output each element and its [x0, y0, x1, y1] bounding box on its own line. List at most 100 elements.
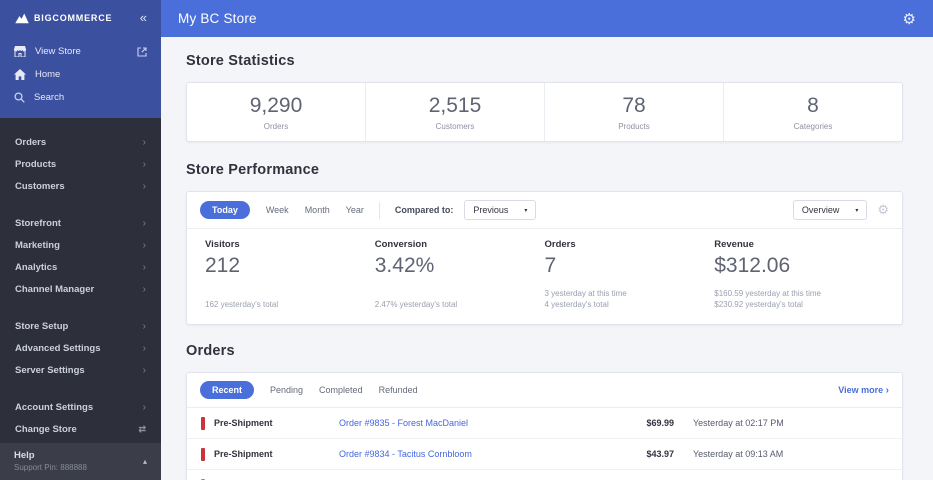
view-more-link[interactable]: View more › — [838, 385, 889, 396]
logo-row: BIGCOMMERCE « — [0, 0, 161, 40]
metric-revenue: Revenue $312.06 $160.59 yesterday at thi… — [714, 239, 884, 311]
sidebar-item-store-setup[interactable]: Store Setup › — [0, 315, 161, 337]
help-text: Help Support Pin: 888888 — [14, 450, 87, 472]
tab-pending[interactable]: Pending — [270, 385, 303, 395]
stat-customers: 2,515 Customers — [366, 83, 545, 141]
chevron-right-icon: › — [142, 180, 146, 192]
orders-heading: Orders — [186, 343, 235, 359]
store-performance-card: Today Week Month Year Compared to: Previ… — [186, 191, 903, 325]
order-link[interactable]: Order #9834 - Tacitus Cornbloom — [339, 449, 582, 459]
store-title: My BC Store — [178, 11, 257, 26]
chevron-right-icon: › — [142, 320, 146, 332]
external-link-icon — [137, 46, 147, 57]
sidebar-item-analytics[interactable]: Analytics › — [0, 256, 161, 278]
overview-select[interactable]: Overview ▾ — [792, 200, 868, 220]
chevron-right-icon: › — [142, 136, 146, 148]
sidebar-item-label: Channel Manager — [15, 283, 95, 295]
sidebar-item-label: Home — [35, 69, 61, 80]
performance-toolbar: Today Week Month Year Compared to: Previ… — [187, 192, 902, 229]
tab-today[interactable]: Today — [200, 201, 250, 219]
metric-visitors: Visitors 212 162 yesterday's total — [205, 239, 375, 311]
sidebar-item-label: Customers — [15, 180, 65, 192]
toolbar-divider — [378, 201, 380, 219]
order-link[interactable]: Order #9835 - Forest MacDaniel — [339, 418, 582, 428]
stat-value: 2,515 — [428, 94, 482, 117]
status-color-bar — [201, 416, 205, 430]
view-more-label: View more — [838, 384, 884, 395]
settings-gear-icon[interactable]: ⚙ — [903, 10, 916, 28]
sidebar-item-storefront[interactable]: Storefront › — [0, 212, 161, 234]
sidebar-collapse-icon[interactable]: « — [140, 11, 147, 24]
compared-to-select[interactable]: Previous ▾ — [464, 200, 537, 220]
stat-products: 78 Products — [545, 83, 724, 141]
swap-icon: ⇄ — [138, 423, 146, 434]
sidebar-item-label: Marketing — [15, 239, 60, 251]
metric-subtext: $160.59 yesterday at this time — [714, 288, 821, 298]
sidebar-item-customers[interactable]: Customers › — [0, 175, 161, 197]
tab-refunded[interactable]: Refunded — [379, 385, 418, 395]
tab-week[interactable]: Week — [266, 205, 289, 215]
chevron-right-icon: › — [142, 342, 146, 354]
orders-toolbar: Recent Pending Completed Refunded View m… — [187, 373, 902, 408]
stat-categories: 8 Categories — [724, 83, 902, 141]
compared-to-value: Previous — [473, 205, 509, 215]
order-row: Completed Order #9833 - Robert Robertson… — [187, 470, 902, 480]
sidebar-item-label: Products — [15, 158, 57, 170]
sidebar-item-label: Account Settings — [15, 401, 94, 413]
help-title: Help — [14, 450, 35, 461]
chevron-right-icon: › — [142, 364, 146, 376]
sidebar-item-label: Store Setup — [15, 320, 69, 332]
order-status: Pre-Shipment — [214, 418, 273, 428]
stat-orders: 9,290 Orders — [187, 83, 366, 141]
metric-value: $312.06 — [714, 254, 791, 277]
performance-gear-icon[interactable]: ⚙ — [877, 202, 889, 218]
bigcommerce-logo-icon — [14, 12, 30, 24]
bigcommerce-logo: BIGCOMMERCE — [14, 12, 112, 24]
stat-value: 8 — [807, 94, 819, 117]
tab-year[interactable]: Year — [346, 205, 364, 215]
chevron-right-icon: › — [142, 239, 146, 251]
nav-group-channels: Storefront › Marketing › Analytics › Cha… — [0, 212, 161, 300]
chevron-right-icon: › — [142, 158, 146, 170]
tab-completed[interactable]: Completed — [319, 385, 363, 395]
metric-subtext: 2.47% yesterday's total — [374, 300, 458, 310]
order-row: Pre-Shipment Order #9835 - Forest MacDan… — [187, 408, 902, 439]
sidebar-item-products[interactable]: Products › — [0, 153, 161, 175]
metric-subtext: $230.92 yesterday's total — [714, 300, 803, 310]
sidebar-item-change-store[interactable]: Change Store ⇄ — [0, 418, 161, 440]
order-status-cell: Pre-Shipment — [201, 447, 339, 461]
sidebar-item-advanced-settings[interactable]: Advanced Settings › — [0, 337, 161, 359]
stat-value: 78 — [622, 94, 646, 117]
sidebar-nav: Orders › Products › Customers › Storefro… — [0, 118, 161, 480]
sidebar-item-search[interactable]: Search — [0, 86, 161, 109]
sidebar-item-home[interactable]: Home — [0, 63, 161, 86]
caret-down-icon: ▾ — [855, 207, 859, 214]
chevron-right-icon: › — [885, 384, 889, 396]
performance-metrics: Visitors 212 162 yesterday's total Conve… — [187, 229, 902, 324]
sidebar-item-marketing[interactable]: Marketing › — [0, 234, 161, 256]
home-icon — [14, 69, 26, 80]
help-panel[interactable]: Help Support Pin: 888888 ▴ — [0, 443, 161, 480]
sidebar-item-orders[interactable]: Orders › — [0, 131, 161, 153]
sidebar-item-label: View Store — [35, 46, 81, 57]
chevron-right-icon: › — [142, 261, 146, 273]
metric-label: Conversion — [374, 239, 428, 250]
tab-recent[interactable]: Recent — [200, 381, 255, 399]
store-statistics-heading: Store Statistics — [186, 53, 295, 69]
tab-month[interactable]: Month — [305, 205, 330, 215]
metric-subtext: 3 yesterday at this time — [544, 288, 627, 298]
storefront-icon — [14, 46, 26, 57]
sidebar-item-server-settings[interactable]: Server Settings › — [0, 359, 161, 381]
bigcommerce-logo-text: BIGCOMMERCE — [34, 13, 113, 23]
orders-card: Recent Pending Completed Refunded View m… — [186, 372, 903, 480]
metric-label: Orders — [544, 239, 576, 250]
nav-group-settings: Store Setup › Advanced Settings › Server… — [0, 315, 161, 381]
performance-toolbar-right: Overview ▾ ⚙ — [792, 200, 889, 220]
sidebar-item-account-settings[interactable]: Account Settings › — [0, 396, 161, 418]
metric-subtexts: 2.47% yesterday's total — [375, 299, 545, 311]
metric-orders: Orders 7 3 yesterday at this time 4 yest… — [545, 239, 715, 311]
sidebar-item-view-store[interactable]: View Store — [0, 40, 161, 63]
metric-subtexts: 162 yesterday's total — [205, 299, 375, 311]
sidebar-item-channel-manager[interactable]: Channel Manager › — [0, 278, 161, 300]
sidebar-item-label: Server Settings — [15, 364, 85, 376]
